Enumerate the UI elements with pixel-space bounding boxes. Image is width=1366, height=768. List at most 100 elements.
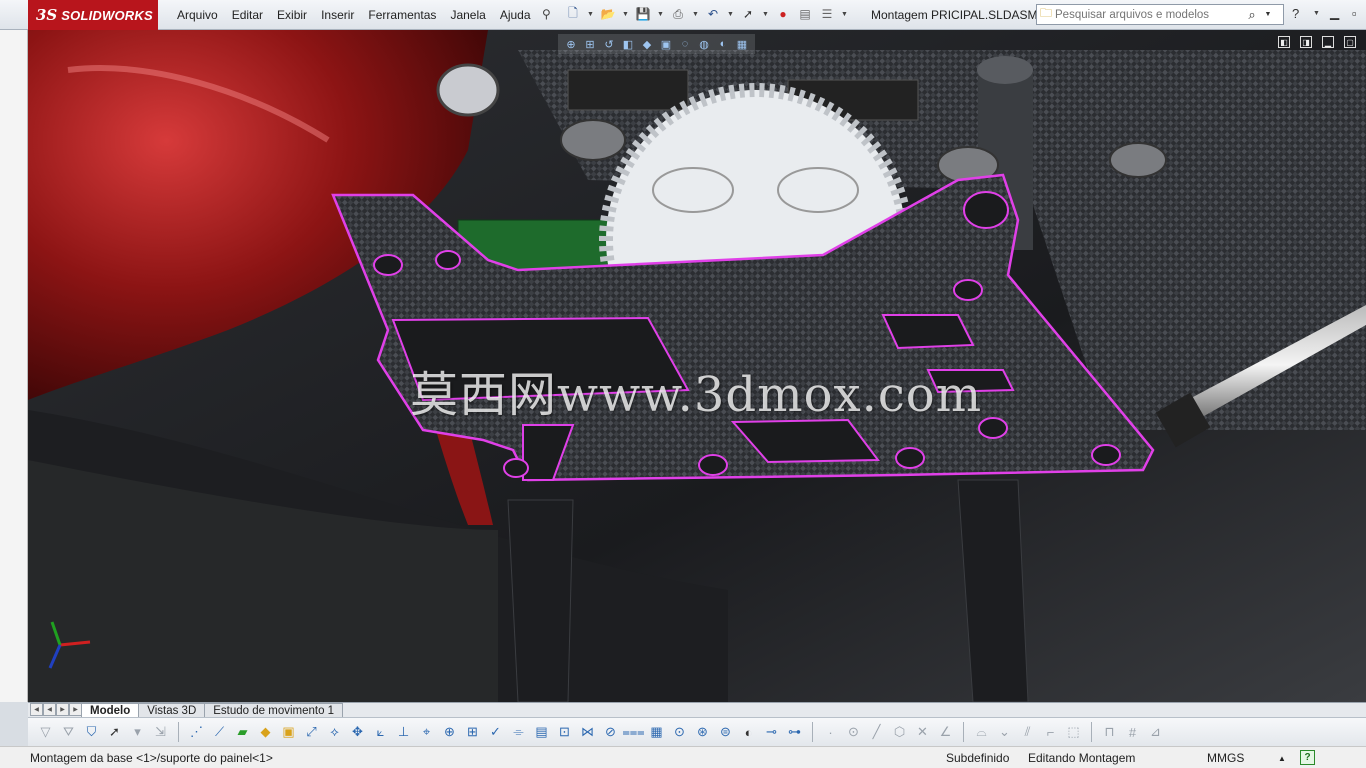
hidden-edges-filter-icon[interactable]: ⛛ [59, 723, 78, 742]
display-style-icon[interactable]: ▣ [659, 37, 673, 51]
menu-arquivo[interactable]: Arquivo [170, 8, 225, 22]
filter-axes-icon[interactable]: ⤢ [302, 723, 321, 742]
chevron-down-icon[interactable]: ▼ [727, 11, 734, 18]
feature-manager-collapsed[interactable] [0, 30, 28, 702]
tab-estudo-de-movimento[interactable]: Estudo de movimento 1 [204, 703, 344, 717]
chevron-down-icon[interactable]: ▼ [841, 11, 848, 18]
split-window-icon[interactable]: ◨ [1300, 36, 1312, 48]
filter-toggle-icon[interactable]: ▽ [36, 723, 55, 742]
options-icon[interactable]: ☰ [819, 5, 835, 23]
filter-welds-icon[interactable]: ⊸ [762, 723, 781, 742]
filter-dimensions-icon[interactable]: ⊞ [463, 723, 482, 742]
maximize-window-icon[interactable]: ▢ [1344, 36, 1356, 48]
chevron-down-icon[interactable]: ▼ [1261, 11, 1275, 18]
filter-edges-icon[interactable]: ⟋ [210, 723, 229, 742]
sketch-tangent-icon[interactable]: ⌄ [995, 723, 1014, 742]
previous-view-icon[interactable]: ↺ [602, 37, 616, 51]
filter-sketch-segments-icon[interactable]: ⟀ [371, 723, 390, 742]
chevron-down-icon[interactable]: ▼ [692, 11, 699, 18]
file-properties-icon[interactable]: ▤ [797, 5, 813, 23]
quick-tips-help-icon[interactable]: ? [1300, 750, 1315, 765]
menu-ferramentas[interactable]: Ferramentas [361, 8, 443, 22]
zoom-area-icon[interactable]: ⊞ [583, 37, 597, 51]
restore-icon[interactable]: ▫ [1352, 6, 1357, 21]
sketch-circle-icon[interactable]: ⊙ [844, 723, 863, 742]
filter-dropdown-icon[interactable]: ▾ [128, 723, 147, 742]
edit-appearance-icon[interactable]: ◍ [697, 37, 711, 51]
filter-surface-finish-icon[interactable]: ✓ [486, 723, 505, 742]
filter-connection-points-icon[interactable]: ⊛ [693, 723, 712, 742]
filter-surface-bodies-icon[interactable]: ◆ [256, 723, 275, 742]
rebuild-traffic-light-icon[interactable]: ● [775, 5, 791, 23]
pin-menu-icon[interactable]: ⚲ [542, 7, 556, 21]
sketch-angle-icon[interactable]: ∠ [936, 723, 955, 742]
chevron-down-icon[interactable]: ▼ [587, 11, 594, 18]
filter-datum-features-icon[interactable]: ⊡ [555, 723, 574, 742]
print-icon[interactable]: ⎙ [670, 5, 686, 23]
menu-inserir[interactable]: Inserir [314, 8, 361, 22]
filter-mid-surfaces-icon[interactable]: ◐ [739, 723, 758, 742]
select-all-filter-icon[interactable]: ➚ [105, 723, 124, 742]
filter-weld-symbols-icon[interactable]: ⋈ [578, 723, 597, 742]
solidworks-logo[interactable]: 3S SOLIDWORKS [28, 0, 158, 30]
sketch-polygon-icon[interactable]: ⬡ [890, 723, 909, 742]
apply-scene-icon[interactable]: ◐ [716, 37, 730, 51]
open-folder-icon[interactable]: 📂 [600, 5, 616, 23]
next-tab-icon[interactable]: ▶ [56, 703, 69, 716]
save-icon[interactable]: 💾 [635, 5, 651, 23]
chevron-down-icon[interactable]: ▼ [622, 11, 629, 18]
filter-tables-icon[interactable]: ⊶ [785, 723, 804, 742]
grid-icon[interactable]: # [1123, 723, 1142, 742]
sketch-parallel-icon[interactable]: ⫽ [1018, 723, 1037, 742]
chevron-down-icon[interactable]: ▼ [762, 11, 769, 18]
filter-sketch-points-icon[interactable]: ✥ [348, 723, 367, 742]
view-orientation-icon[interactable]: ◆ [640, 37, 654, 51]
sketch-line-icon[interactable]: ╱ [867, 723, 886, 742]
sketch-arc-icon[interactable]: ⌓ [972, 723, 991, 742]
unit-system[interactable]: MMGS [1207, 751, 1244, 765]
filter-dowel-pin-icon[interactable]: ⊙ [670, 723, 689, 742]
chevron-down-icon[interactable]: ▼ [657, 11, 664, 18]
filter-faces-icon[interactable]: ▰ [233, 723, 252, 742]
view-settings-icon[interactable]: ▦ [735, 37, 749, 51]
tab-vistas-3d[interactable]: Vistas 3D [138, 703, 206, 717]
filter-cosmetic-threads-icon[interactable]: ⩶ [622, 723, 644, 742]
sketch-point-icon[interactable]: · [821, 723, 840, 742]
filter-blocks-icon[interactable]: ▦ [647, 723, 666, 742]
zoom-to-fit-icon[interactable]: ⊕ [564, 37, 578, 51]
search-input[interactable] [1055, 8, 1243, 21]
help-icon[interactable]: ? [1292, 6, 1299, 21]
menu-ajuda[interactable]: Ajuda [493, 8, 538, 22]
filter-vertices-icon[interactable]: ⋰ [187, 723, 206, 742]
filter-notes-icon[interactable]: ▤ [532, 723, 551, 742]
menu-editar[interactable]: Editar [225, 8, 270, 22]
filter-routing-points-icon[interactable]: ⊜ [716, 723, 735, 742]
tab-modelo[interactable]: Modelo [81, 703, 140, 717]
select-cursor-icon[interactable]: ➚ [740, 5, 756, 23]
filter-datum-targets-icon[interactable]: ⊘ [601, 723, 620, 742]
undo-icon[interactable]: ↶ [705, 5, 721, 23]
filter-planes-icon[interactable]: ⟡ [325, 723, 344, 742]
sketch-trim-icon[interactable]: ✕ [913, 723, 932, 742]
clear-filters-icon[interactable]: ⛉ [82, 723, 101, 742]
section-view-icon[interactable]: ◧ [621, 37, 635, 51]
search-box[interactable]: 🗀 ⌕ ▼ [1036, 4, 1284, 25]
new-document-icon[interactable]: 🗋 [565, 5, 581, 23]
first-tab-icon[interactable]: ◀ [30, 703, 43, 716]
smart-dimension-icon[interactable]: ⊓ [1100, 723, 1119, 742]
previous-tab-icon[interactable]: ◀ [43, 703, 56, 716]
filter-geometric-tolerance-icon[interactable]: ⌯ [509, 723, 528, 742]
filter-centerline-icon[interactable]: ⊕ [440, 723, 459, 742]
chevron-down-icon[interactable]: ▼ [1313, 10, 1320, 17]
angular-dimension-icon[interactable]: ⊿ [1146, 723, 1165, 742]
filter-solid-bodies-icon[interactable]: ▣ [279, 723, 298, 742]
invert-selection-icon[interactable]: ⇲ [151, 723, 170, 742]
sketch-rectangle-icon[interactable]: ⬚ [1064, 723, 1083, 742]
search-icon[interactable]: ⌕ [1243, 7, 1261, 23]
hide-show-items-icon[interactable]: ◌ [678, 37, 692, 51]
menu-janela[interactable]: Janela [443, 8, 492, 22]
menu-exibir[interactable]: Exibir [270, 8, 314, 22]
minimize-window-icon[interactable]: ▁ [1322, 36, 1334, 48]
minimize-icon[interactable]: ▁ [1330, 6, 1339, 20]
filter-midpoints-icon[interactable]: ⊥ [394, 723, 413, 742]
